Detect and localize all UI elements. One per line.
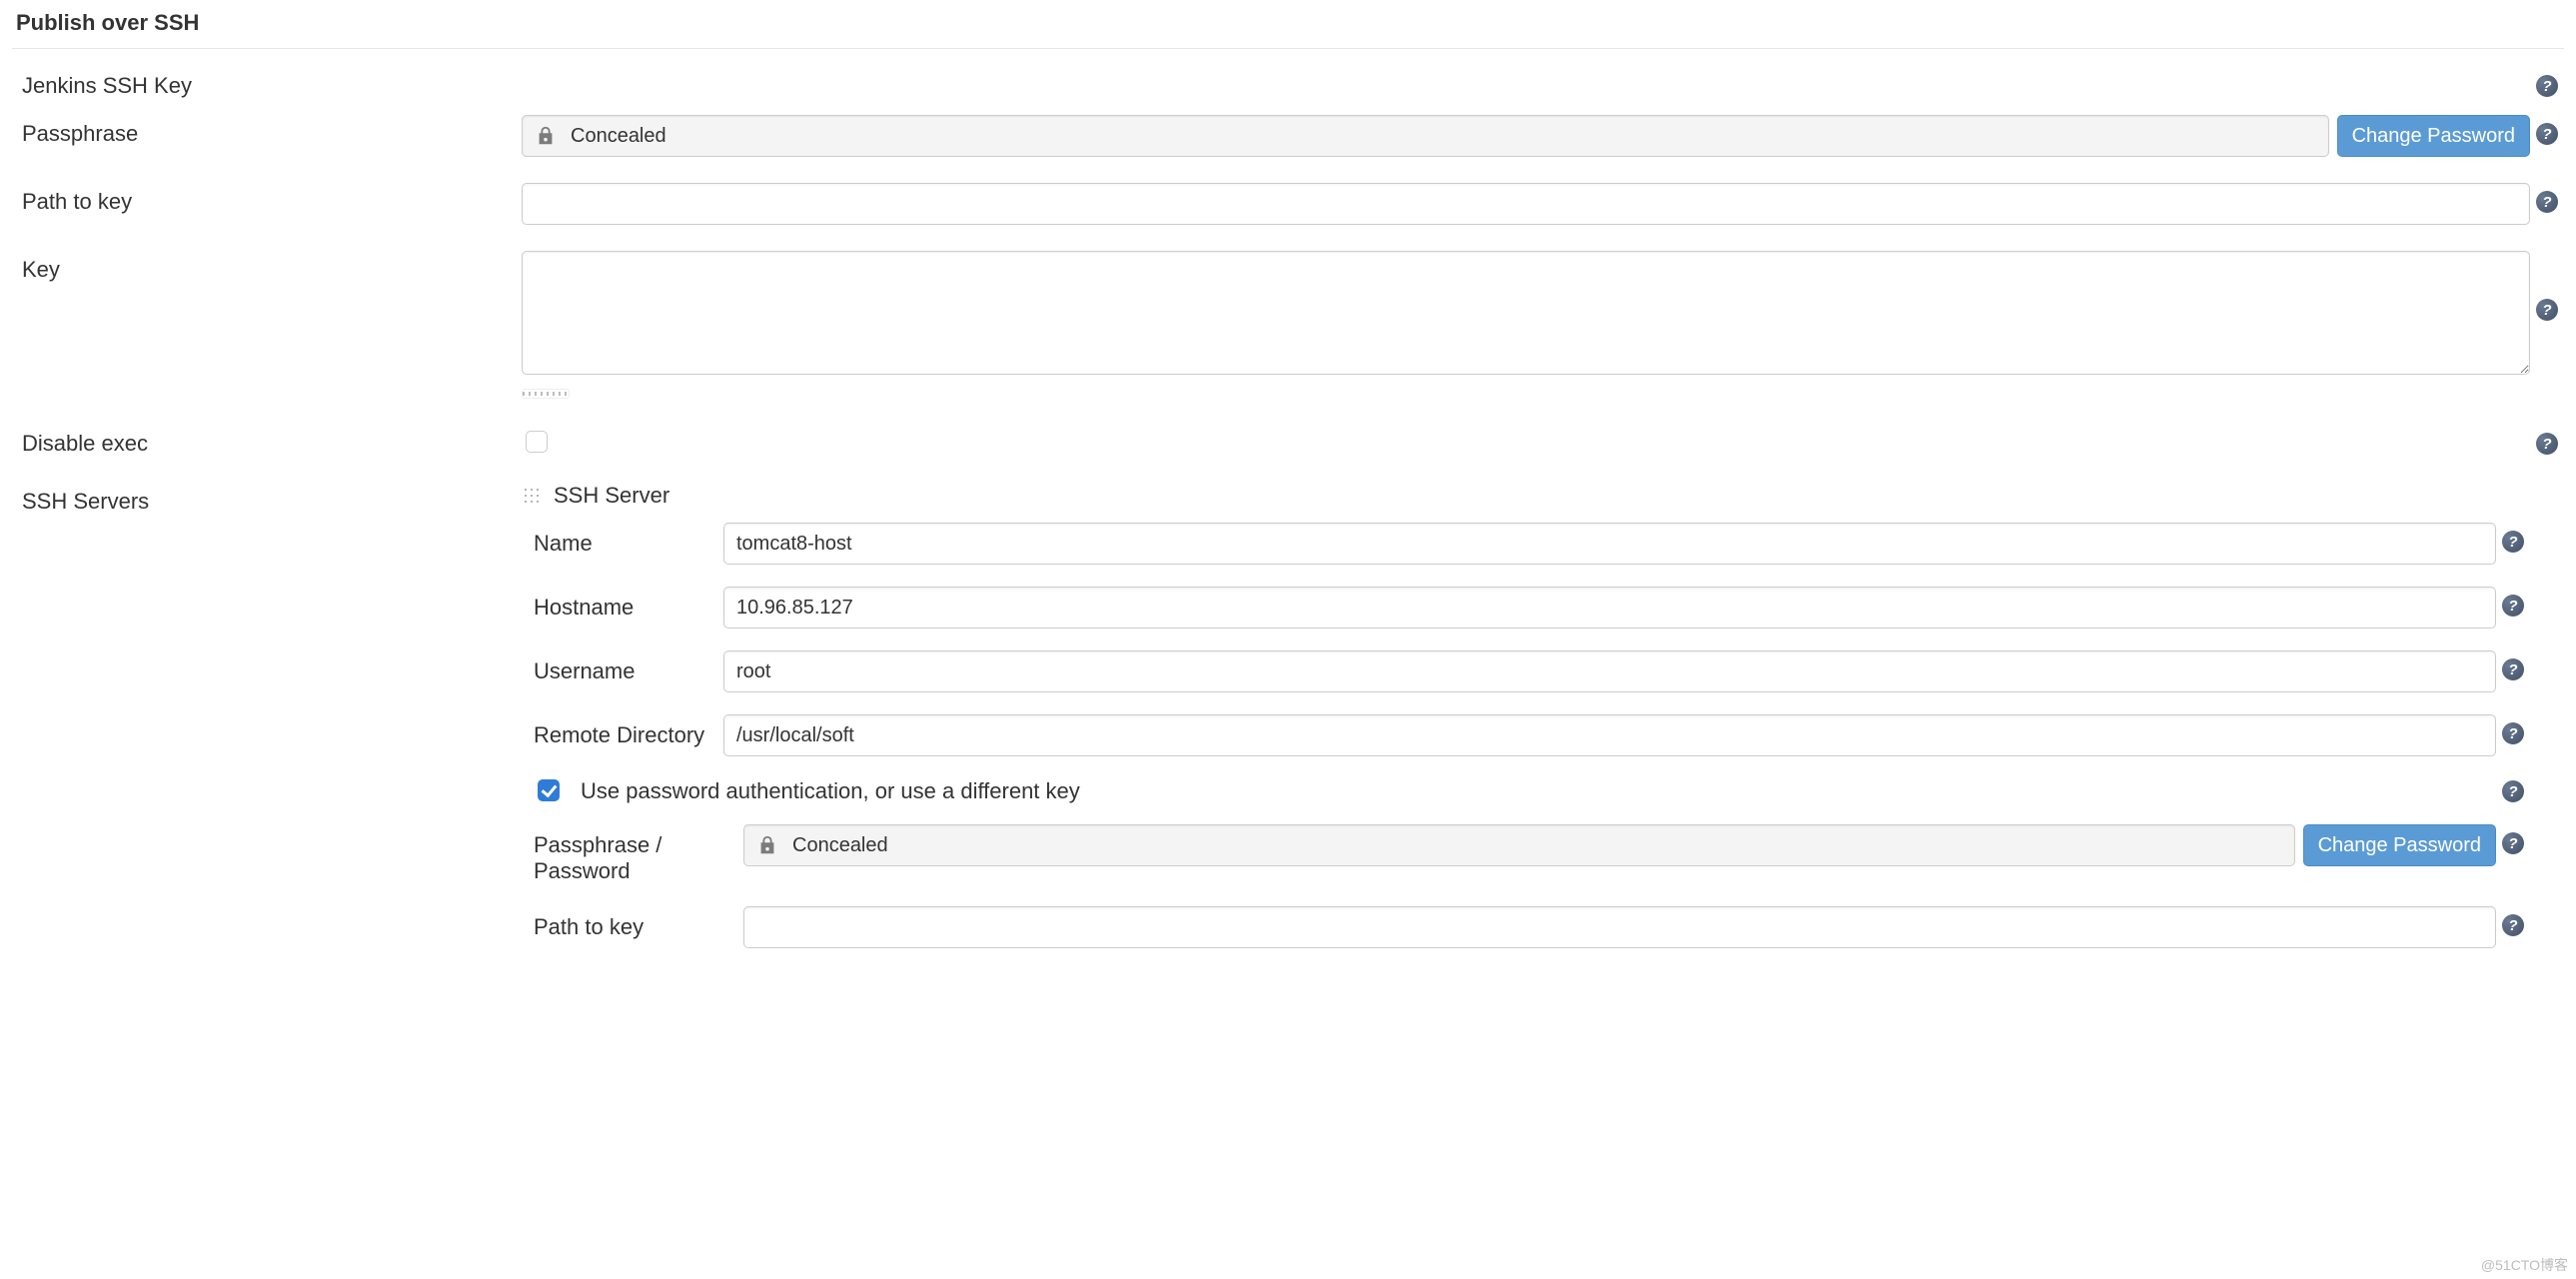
server-username-input[interactable]: [723, 650, 2496, 692]
server-remote-dir-input[interactable]: [723, 714, 2496, 756]
server-path-to-key-input[interactable]: [743, 906, 2496, 948]
help-icon[interactable]: [2502, 914, 2524, 936]
help-icon[interactable]: [2536, 299, 2558, 321]
server-name-input[interactable]: [723, 523, 2496, 565]
server-change-password-button[interactable]: Change Password: [2303, 824, 2496, 866]
server-passphrase-concealed: Concealed: [743, 824, 2295, 866]
use-password-auth-checkbox[interactable]: [538, 779, 560, 801]
help-icon[interactable]: [2502, 595, 2524, 617]
path-to-key-label: Path to key: [12, 183, 522, 215]
key-label: Key: [12, 251, 522, 283]
server-username-label: Username: [534, 650, 723, 684]
section-title: Publish over SSH: [12, 0, 2564, 49]
use-password-auth-label: Use password authentication, or use a di…: [581, 778, 1080, 804]
server-hostname-input[interactable]: [723, 587, 2496, 629]
server-hostname-label: Hostname: [534, 587, 723, 621]
key-textarea[interactable]: [522, 251, 2530, 375]
help-icon[interactable]: [2502, 832, 2524, 854]
passphrase-label: Passphrase: [12, 115, 522, 147]
lock-icon: [756, 834, 778, 856]
server-name-label: Name: [534, 523, 723, 557]
passphrase-concealed: Concealed: [522, 115, 2329, 157]
jenkins-ssh-key-heading: Jenkins SSH Key: [12, 67, 522, 99]
watermark: @51CTO博客: [2481, 1255, 2568, 1275]
server-path-to-key-label: Path to key: [534, 906, 743, 940]
disable-exec-label: Disable exec: [12, 425, 522, 457]
change-password-button[interactable]: Change Password: [2337, 115, 2530, 157]
server-passphrase-concealed-text: Concealed: [792, 834, 888, 857]
resize-handle[interactable]: [522, 389, 570, 399]
server-remote-dir-label: Remote Directory: [534, 714, 723, 748]
help-icon[interactable]: [2502, 531, 2524, 553]
help-icon[interactable]: [2536, 123, 2558, 145]
ssh-servers-label: SSH Servers: [12, 483, 522, 515]
help-icon[interactable]: [2502, 722, 2524, 744]
ssh-server-heading: SSH Server: [554, 483, 669, 509]
passphrase-concealed-text: Concealed: [571, 125, 666, 148]
path-to-key-input[interactable]: [522, 183, 2530, 225]
lock-icon: [535, 125, 557, 147]
help-icon[interactable]: [2502, 780, 2524, 802]
help-icon[interactable]: [2536, 75, 2558, 97]
help-icon[interactable]: [2536, 433, 2558, 455]
drag-handle-icon[interactable]: [522, 486, 542, 506]
disable-exec-checkbox[interactable]: [526, 431, 548, 453]
server-passphrase-label: Passphrase / Password: [534, 824, 743, 884]
help-icon[interactable]: [2502, 658, 2524, 680]
help-icon[interactable]: [2536, 191, 2558, 213]
